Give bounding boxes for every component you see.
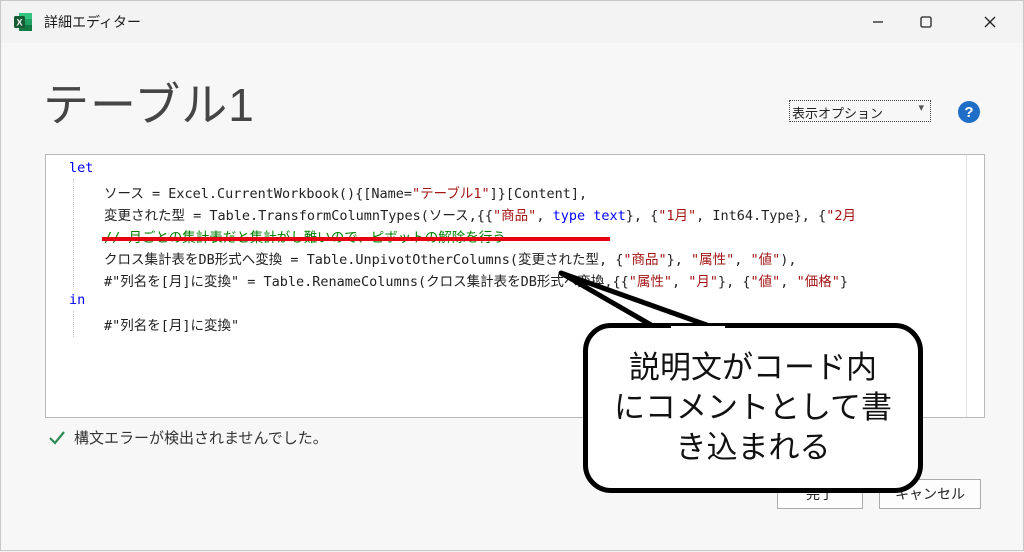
maximize-button[interactable] bbox=[903, 7, 949, 37]
minimize-icon bbox=[873, 21, 883, 23]
callout-line-3: き込まれる bbox=[675, 430, 831, 466]
excel-app-icon: X bbox=[14, 13, 32, 31]
editor-scrollbar-track[interactable] bbox=[966, 155, 967, 417]
code-line-7: in bbox=[69, 292, 86, 308]
indent-guide bbox=[73, 311, 75, 337]
code-line-1: let bbox=[69, 160, 94, 176]
callout-line-1: 説明文がコード内 bbox=[629, 350, 877, 386]
indent-guide bbox=[73, 179, 75, 287]
callout-line-2: にコメントとして書 bbox=[613, 390, 893, 426]
syntax-status: 構文エラーが検出されませんでした。 bbox=[48, 427, 328, 448]
chevron-down-icon: ▾ bbox=[918, 101, 924, 114]
display-options-label: 表示オプション bbox=[792, 107, 884, 122]
minimize-button[interactable] bbox=[855, 7, 901, 37]
window-title: 詳細エディター bbox=[44, 15, 142, 31]
help-icon[interactable]: ? bbox=[958, 101, 980, 123]
code-line-8: #"列名を[月]に変換" bbox=[104, 318, 240, 334]
code-comment-line: // 月ごとの集計表だと集計がし難いので、ピボットの解除を行う bbox=[104, 226, 506, 246]
checkmark-icon bbox=[49, 430, 65, 445]
page-title: テーブル1 bbox=[43, 79, 255, 131]
close-icon bbox=[984, 16, 996, 28]
code-line-6: #"列名を[月]に変換" = Table.RenameColumns(クロス集計… bbox=[104, 274, 848, 290]
close-button[interactable] bbox=[967, 7, 1013, 37]
annotation-callout: 説明文がコード内 にコメントとして書 き込まれる bbox=[583, 323, 923, 493]
code-line-3: 変更された型 = Table.TransformColumnTypes(ソース,… bbox=[104, 208, 856, 224]
display-options-dropdown[interactable]: 表示オプション ▾ bbox=[789, 100, 931, 122]
title-bar: X 詳細エディター bbox=[1, 1, 1023, 43]
code-line-5: クロス集計表をDB形式へ変換 = Table.UnpivotOtherColum… bbox=[104, 252, 797, 268]
advanced-editor-window: X 詳細エディター テーブル1 表示オプション ▾ ? let ソース = Ex… bbox=[0, 0, 1024, 551]
comment-highlight-underline bbox=[102, 237, 610, 241]
syntax-status-text: 構文エラーが検出されませんでした。 bbox=[74, 429, 328, 447]
callout-join bbox=[671, 326, 725, 334]
code-line-2: ソース = Excel.CurrentWorkbook(){[Name="テーブ… bbox=[104, 186, 588, 202]
maximize-icon bbox=[920, 16, 932, 28]
svg-text:X: X bbox=[16, 18, 22, 28]
